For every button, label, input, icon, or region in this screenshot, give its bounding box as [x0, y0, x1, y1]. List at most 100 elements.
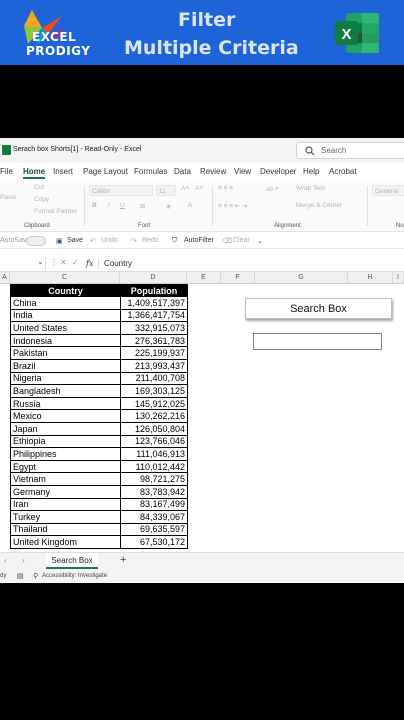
fill-color-icon[interactable]: ◈ [166, 202, 171, 210]
cell-country[interactable]: Indonesia [10, 333, 121, 348]
cell-country[interactable]: Germany [10, 484, 121, 499]
cell-population[interactable]: 130,262,216 [120, 409, 188, 423]
column-header-d[interactable]: D [120, 272, 187, 284]
borders-icon[interactable]: ⊞ [140, 202, 145, 210]
cell-country[interactable]: Russia [10, 396, 121, 411]
cell-population[interactable]: 332,915,073 [120, 321, 188, 335]
orientation-icon[interactable]: ab↗ [266, 185, 279, 193]
sheet-tab-search-box[interactable]: Search Box [46, 553, 98, 569]
tab-insert[interactable]: Insert [53, 167, 73, 176]
customize-qat-icon[interactable]: ⌄ [257, 237, 263, 245]
copy-button[interactable]: Copy [34, 196, 49, 203]
italic-icon[interactable]: I [108, 202, 110, 209]
align-top-icon[interactable]: ≡ ≡ ≡ [218, 185, 233, 192]
column-header-a[interactable]: A [0, 272, 10, 284]
cell-country[interactable]: United States [10, 321, 121, 335]
search-field[interactable]: Search [296, 142, 404, 159]
cell-country[interactable]: Iran [10, 497, 121, 512]
tab-developer[interactable]: Developer [260, 167, 296, 176]
cell-population[interactable]: 84,339,067 [120, 510, 188, 524]
cut-button[interactable]: Cut [34, 184, 44, 191]
column-header-h[interactable]: H [348, 272, 393, 284]
redo-icon[interactable]: ↷ [131, 237, 137, 245]
macro-record-icon[interactable]: ▤ [17, 572, 24, 580]
cell-population[interactable]: 213,993,437 [120, 358, 188, 373]
column-header-f[interactable]: F [221, 272, 255, 284]
redo-button[interactable]: Redo [142, 237, 159, 244]
scroll-left-icon[interactable]: ‹ [4, 556, 7, 565]
cell-country[interactable]: Ethiopia [10, 434, 121, 449]
cell-country[interactable]: Thailand [10, 522, 121, 537]
cell-country[interactable]: Philippines [10, 447, 121, 461]
confirm-entry-icon[interactable]: ✓ [72, 258, 79, 267]
font-color-icon[interactable]: A [188, 202, 192, 209]
cell-country[interactable]: Mexico [10, 409, 121, 423]
font-size-select[interactable]: 11 [156, 185, 176, 196]
cell-population[interactable]: 1,409,517,397 [120, 296, 188, 310]
undo-button[interactable]: Undo [101, 237, 118, 244]
cell-population[interactable]: 83,167,499 [120, 497, 188, 512]
cell-country[interactable]: India [10, 308, 121, 323]
cell-country[interactable]: Pakistan [10, 346, 121, 360]
paste-button[interactable]: Paste [0, 194, 17, 201]
cell-population[interactable]: 69,635,597 [120, 522, 188, 537]
column-header-e[interactable]: E [187, 272, 221, 284]
tab-view[interactable]: View [234, 167, 251, 176]
cell-population[interactable]: 1,366,417,754 [120, 308, 188, 323]
cell-country[interactable]: Turkey [10, 510, 121, 524]
clear-button[interactable]: Clear [233, 237, 250, 244]
search-box-button[interactable]: Search Box [245, 298, 392, 319]
align-left-icon[interactable]: ≡ ≡ ≡ ⇤ ⇥ [218, 202, 248, 210]
accessibility-status[interactable]: Accessibility: Investigate [42, 573, 107, 579]
cell-population[interactable]: 211,400,708 [120, 371, 188, 386]
cell-country[interactable]: Egypt [10, 459, 121, 474]
format-painter-button[interactable]: Format Painter [34, 208, 77, 215]
header-country[interactable]: Country [10, 284, 121, 297]
tab-page-layout[interactable]: Page Layout [83, 167, 128, 176]
tab-formulas[interactable]: Formulas [134, 167, 167, 176]
column-header-c[interactable]: C [10, 272, 120, 284]
font-name-select[interactable]: Calibri [89, 185, 153, 196]
save-icon[interactable]: ▣ [56, 237, 63, 245]
autosave-toggle[interactable] [26, 236, 46, 246]
clear-icon[interactable]: ⌫ [222, 237, 232, 245]
cell-population[interactable]: 110,012,442 [120, 459, 188, 474]
cell-population[interactable]: 169,303,125 [120, 384, 188, 398]
bold-icon[interactable]: B [92, 202, 97, 209]
insert-function-icon[interactable]: fx [86, 259, 93, 268]
cell-country[interactable]: Japan [10, 421, 121, 436]
cell-country[interactable]: Brazil [10, 358, 121, 373]
tab-help[interactable]: Help [303, 167, 319, 176]
cell-population[interactable]: 225,199,937 [120, 346, 188, 360]
tab-data[interactable]: Data [174, 167, 191, 176]
cell-population[interactable]: 123,766,046 [120, 434, 188, 449]
cell-population[interactable]: 98,721,275 [120, 472, 188, 486]
wrap-text-button[interactable]: Wrap Text [296, 185, 325, 192]
name-box-dropdown-icon[interactable]: ⌄ [37, 257, 44, 266]
search-text-input[interactable] [253, 333, 382, 350]
accessibility-icon[interactable]: ⚲ [33, 572, 38, 580]
grow-font-icon[interactable]: A˄ [181, 185, 189, 192]
undo-icon[interactable]: ↶ [90, 237, 96, 245]
cell-country[interactable]: Nigeria [10, 371, 121, 386]
cell-population[interactable]: 276,361,783 [120, 333, 188, 348]
number-format-select[interactable]: General [372, 185, 404, 196]
cell-country[interactable]: China [10, 296, 121, 310]
tab-review[interactable]: Review [200, 167, 226, 176]
name-box[interactable]: ⌄ [0, 257, 46, 270]
scroll-right-icon[interactable]: › [22, 556, 25, 565]
tab-home[interactable]: Home [23, 167, 45, 176]
cell-population[interactable]: 83,783,942 [120, 484, 188, 499]
autofilter-button[interactable]: AutoFilter [184, 237, 214, 244]
add-sheet-button[interactable]: + [120, 554, 126, 566]
cancel-entry-icon[interactable]: ✕ [60, 258, 67, 267]
formula-input[interactable]: Country [104, 259, 132, 268]
column-header-i[interactable]: I [393, 272, 404, 284]
formula-bar-options-icon[interactable]: ⋮ [50, 258, 58, 267]
underline-icon[interactable]: U [120, 202, 125, 209]
cell-population[interactable]: 111,046,913 [120, 447, 188, 461]
cell-country[interactable]: Bangladesh [10, 384, 121, 398]
shrink-font-icon[interactable]: A˅ [195, 185, 203, 192]
tab-acrobat[interactable]: Acrobat [329, 167, 357, 176]
cell-country[interactable]: United Kingdom [10, 535, 121, 549]
